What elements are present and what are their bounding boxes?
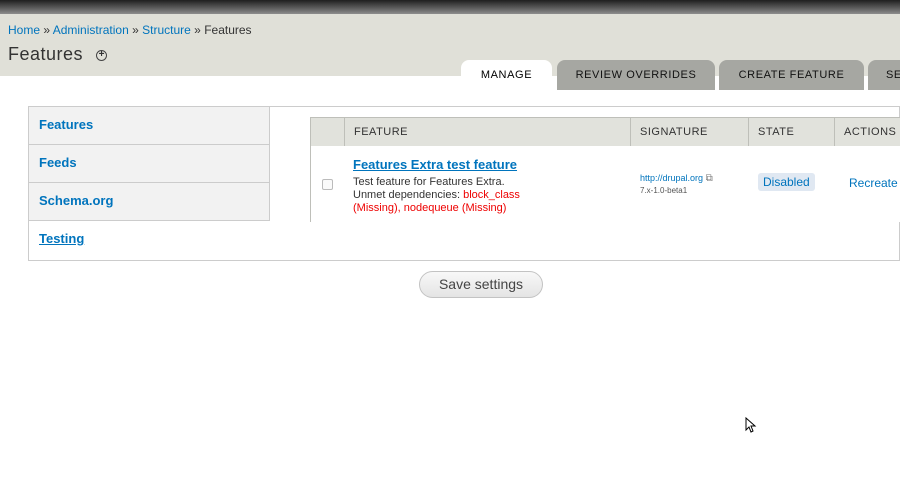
- mouse-cursor-icon: [745, 417, 757, 433]
- table-header-signature: Signature: [630, 118, 748, 146]
- save-settings-button[interactable]: Save settings: [419, 271, 543, 298]
- feature-title-link[interactable]: Features Extra test feature: [353, 157, 517, 172]
- feature-description: Test feature for Features Extra. Unmet d…: [353, 176, 553, 215]
- external-link-icon: ⧉: [705, 173, 713, 184]
- signature-link-wrap: http://drupal.org ⧉: [640, 173, 713, 184]
- table-header-state: State: [748, 118, 834, 146]
- breadcrumb-structure[interactable]: Structure: [142, 23, 191, 37]
- breadcrumb-separator: »: [194, 23, 201, 37]
- tab-settings[interactable]: Se: [868, 60, 900, 90]
- table-header-actions: Actions: [834, 118, 900, 146]
- table-header-row: Feature Signature State Actions: [311, 118, 900, 146]
- features-table: Feature Signature State Actions Features…: [310, 117, 900, 222]
- breadcrumb: Home » Administration » Structure » Feat…: [8, 23, 252, 37]
- vertical-tab-schema-org[interactable]: Schema.org: [29, 183, 269, 221]
- feature-description-text: Test feature for Features Extra.: [353, 176, 505, 188]
- page-title: Features: [8, 44, 84, 64]
- plus-circle-icon[interactable]: +: [96, 50, 107, 61]
- vertical-tab-testing[interactable]: Testing: [29, 221, 270, 259]
- breadcrumb-separator: »: [132, 23, 139, 37]
- recreate-link[interactable]: Recreate: [849, 176, 898, 190]
- state-badge: Disabled: [758, 173, 815, 191]
- vertical-tab-feeds[interactable]: Feeds: [29, 145, 269, 183]
- breadcrumb-separator: »: [43, 23, 51, 37]
- tab-manage[interactable]: Manage: [461, 60, 552, 90]
- row-checkbox[interactable]: [322, 179, 333, 190]
- vertical-tab-features[interactable]: Features: [29, 107, 269, 145]
- tab-review-overrides[interactable]: Review overrides: [557, 60, 715, 90]
- page-header: Home » Administration » Structure » Feat…: [0, 14, 900, 90]
- signature-link[interactable]: http://drupal.org: [640, 173, 703, 183]
- breadcrumb-administration[interactable]: Administration: [53, 23, 129, 37]
- top-bar: [0, 0, 900, 14]
- breadcrumb-current: Features: [204, 23, 252, 37]
- vertical-tab-list: Features Feeds Schema.org Testing: [29, 107, 270, 259]
- tab-create-feature[interactable]: Create feature: [719, 60, 864, 90]
- unmet-dependencies-label: Unmet dependencies:: [353, 189, 461, 201]
- table-header-feature: Feature: [344, 118, 631, 146]
- breadcrumb-home[interactable]: Home: [8, 23, 40, 37]
- table-row: Features Extra test feature Test feature…: [311, 146, 900, 222]
- table-header-select: [311, 118, 344, 146]
- signature-version: 7.x-1.0-beta1: [640, 186, 688, 195]
